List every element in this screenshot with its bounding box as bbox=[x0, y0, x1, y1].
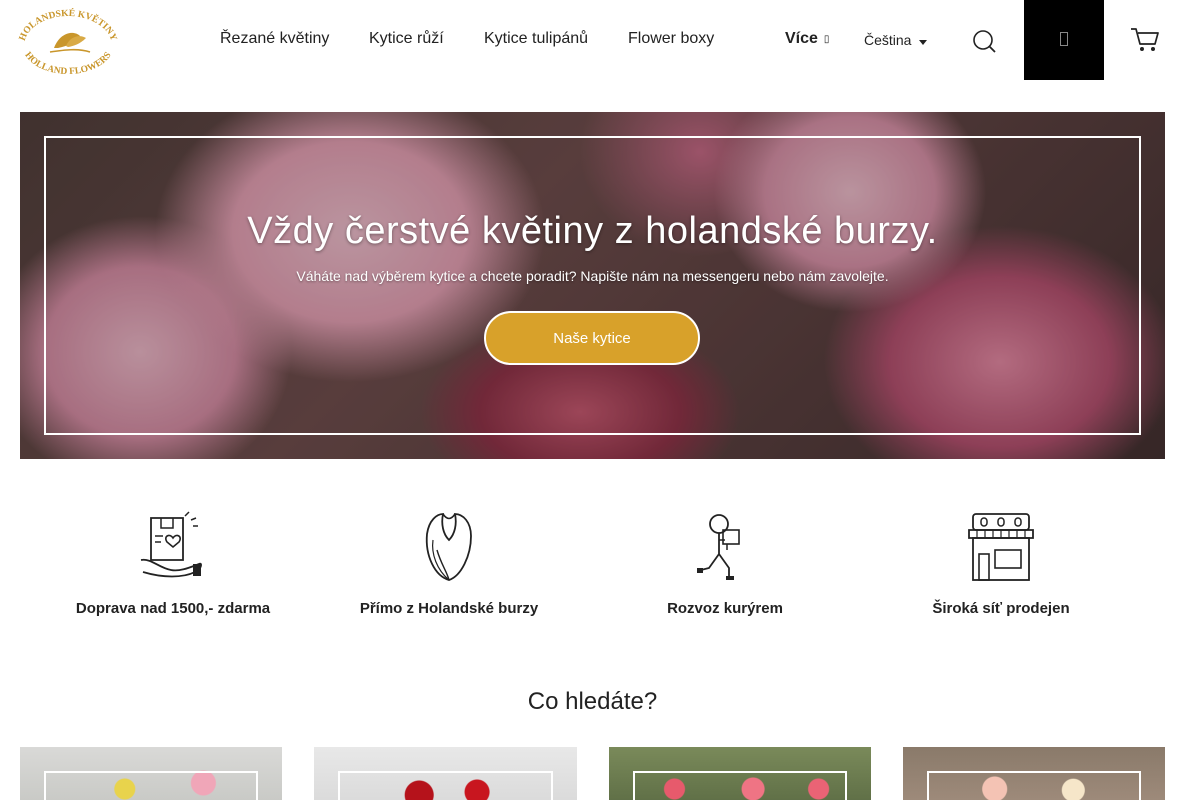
hero-frame bbox=[44, 136, 1141, 435]
category-card[interactable] bbox=[314, 747, 577, 800]
site-header: HOLANDSKÉ KVĚTINY HOLLAND FLOWERS Řezané… bbox=[0, 0, 1200, 80]
category-card[interactable] bbox=[609, 747, 871, 800]
cart-icon bbox=[1131, 28, 1159, 51]
search-button[interactable] bbox=[970, 26, 1000, 56]
category-card-frame bbox=[927, 771, 1141, 800]
category-card-frame bbox=[44, 771, 258, 800]
category-card-frame bbox=[633, 771, 847, 800]
hero-title: Vždy čerstvé květiny z holandské burzy. bbox=[247, 210, 938, 252]
feature-label: Rozvoz kurýrem bbox=[667, 600, 783, 617]
category-card-frame bbox=[338, 771, 553, 800]
logo[interactable]: HOLANDSKÉ KVĚTINY HOLLAND FLOWERS bbox=[14, 6, 122, 77]
feature-shops: Široká síť prodejen bbox=[871, 510, 1131, 617]
svg-text:HOLLAND FLOWERS: HOLLAND FLOWERS bbox=[22, 50, 113, 74]
chevron-down-icon: ▯ bbox=[823, 34, 830, 45]
hero-cta-button[interactable]: Naše kytice bbox=[484, 311, 700, 365]
feature-courier: Rozvoz kurýrem bbox=[595, 510, 855, 617]
search-icon bbox=[973, 30, 996, 53]
nav-more-menu[interactable]: Více ▯ bbox=[785, 30, 829, 48]
nav-item-flower-boxy[interactable]: Flower boxy bbox=[628, 30, 714, 48]
feature-label: Široká síť prodejen bbox=[932, 600, 1070, 617]
hero-banner bbox=[20, 112, 1165, 459]
account-icon bbox=[1060, 32, 1068, 46]
nav-item-kytice-ruzi[interactable]: Kytice růží bbox=[369, 30, 444, 48]
nav-more-label: Více bbox=[785, 30, 818, 47]
language-selector[interactable]: Čeština bbox=[864, 32, 911, 48]
logo-icon: HOLANDSKÉ KVĚTINY HOLLAND FLOWERS bbox=[18, 7, 118, 77]
cart-button[interactable] bbox=[1128, 24, 1162, 56]
hero-subtitle: Váháte nad výběrem kytice a chcete porad… bbox=[296, 268, 889, 284]
logo-text-bottom: HOLLAND FLOWERS bbox=[22, 50, 113, 77]
feature-label: Doprava nad 1500,- zdarma bbox=[75, 600, 271, 617]
delivery-box-icon bbox=[140, 511, 202, 578]
category-card[interactable] bbox=[903, 747, 1165, 800]
feature-free-delivery: Doprava nad 1500,- zdarma bbox=[43, 510, 303, 617]
section-title: Co hledáte? bbox=[527, 688, 658, 715]
nav-item-rezane-kvetiny[interactable]: Řezané květiny bbox=[220, 30, 329, 48]
tulip-icon bbox=[425, 513, 472, 581]
caret-down-icon bbox=[919, 40, 927, 45]
feature-holland-market: Přímo z Holandské burzy bbox=[319, 510, 579, 617]
nav-item-kytice-tulipanu[interactable]: Kytice tulipánů bbox=[484, 30, 588, 48]
courier-icon bbox=[697, 514, 740, 580]
account-button[interactable] bbox=[1024, 0, 1104, 80]
shop-icon bbox=[968, 513, 1034, 581]
category-card[interactable] bbox=[20, 747, 282, 800]
feature-label: Přímo z Holandské burzy bbox=[359, 600, 539, 617]
